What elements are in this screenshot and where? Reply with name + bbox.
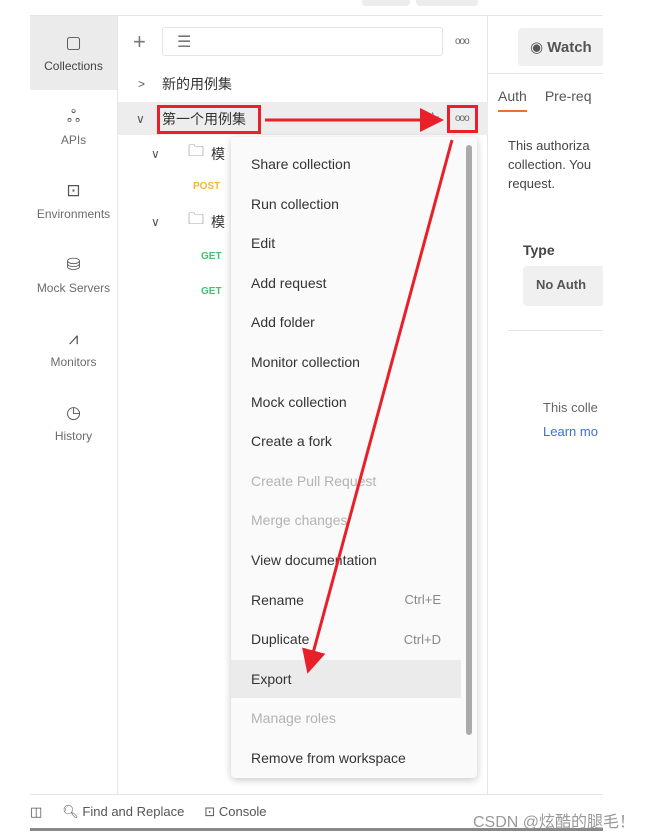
annotation-arrow: [302, 139, 454, 674]
annotation-arrows: [265, 108, 454, 674]
